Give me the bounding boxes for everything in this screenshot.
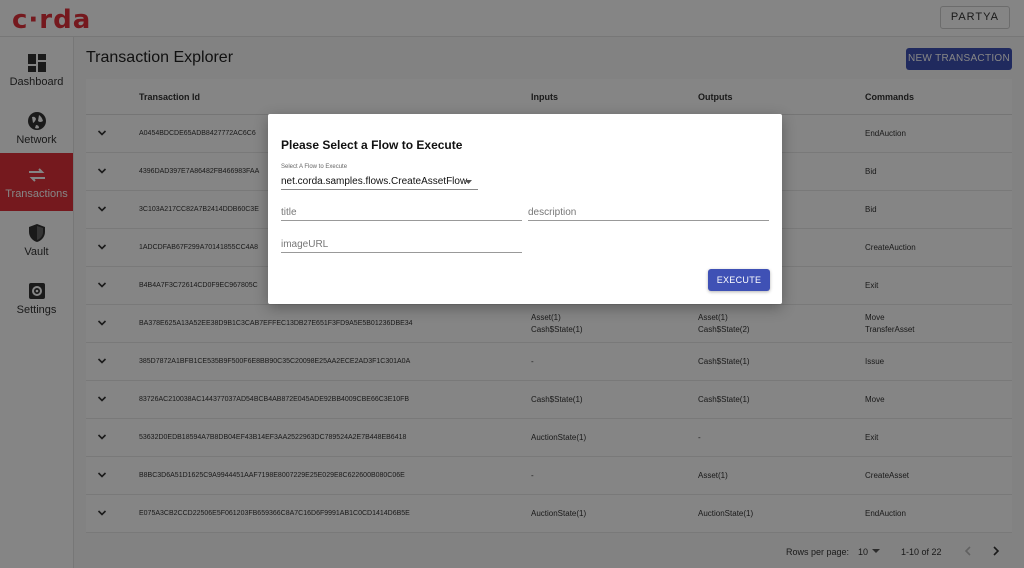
flow-dialog: Please Select a Flow to Execute Select A… bbox=[268, 114, 782, 304]
description-input[interactable] bbox=[528, 205, 769, 220]
flow-select[interactable]: net.corda.samples.flows.CreateAssetFlow bbox=[281, 174, 478, 190]
flow-select-label: Select A Flow to Execute bbox=[281, 164, 348, 170]
image-url-field-wrap bbox=[281, 237, 522, 253]
flow-select-value: net.corda.samples.flows.CreateAssetFlow bbox=[281, 176, 468, 187]
execute-button[interactable]: EXECUTE bbox=[708, 269, 770, 291]
dialog-title: Please Select a Flow to Execute bbox=[281, 138, 463, 152]
title-input[interactable] bbox=[281, 205, 522, 220]
caret-down-icon bbox=[465, 180, 472, 184]
description-field-wrap bbox=[528, 205, 769, 221]
title-field-wrap bbox=[281, 205, 522, 221]
image-url-input[interactable] bbox=[281, 237, 522, 252]
